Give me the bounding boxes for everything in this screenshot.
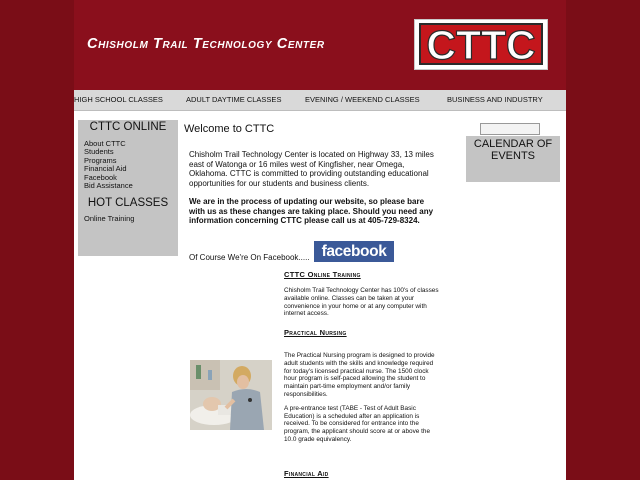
sidebar-link-list: About CTTC Students Programs Financial A… [78,139,178,190]
cttc-logo[interactable]: CTTC [414,19,548,70]
intro-paragraph: Chisholm Trail Technology Center is loca… [189,150,434,188]
facebook-logo[interactable]: facebook [314,241,394,262]
site-title: Chisholm Trail Technology Center [87,36,325,52]
section-practical-nursing: Practical Nursing The Practical Nursing … [284,328,439,444]
nav-high-school-classes[interactable]: High School Classes [74,95,163,104]
section-financial-aid: Financial Aid [284,469,439,478]
main-nav: High School Classes Adult Daytime Classe… [74,90,566,111]
update-notice: We are in the process of updating our we… [189,197,434,226]
main-content: Welcome to CTTC Chisholm Trail Technolog… [184,120,456,478]
section-title[interactable]: Financial Aid [284,469,439,478]
section-title[interactable]: CTTC Online Training [284,270,439,279]
nav-business-and-industry[interactable]: Business and Industry [447,95,543,104]
section-text: Chisholm Trail Technology Center has 100… [284,287,439,318]
calendar-box[interactable]: CALENDAR OF EVENTS [466,136,560,182]
sidebar-online-heading: CTTC ONLINE [89,121,167,133]
hot-classes-list: Online Training [78,215,178,224]
sidebar-item-online-training[interactable]: Online Training [84,215,178,224]
nav-evening-weekend-classes[interactable]: Evening / Weekend Classes [305,95,420,104]
page-container: Chisholm Trail Technology Center CTTC Hi… [74,0,566,480]
nav-adult-daytime-classes[interactable]: Adult Daytime Classes [186,95,281,104]
section-text: The Practical Nursing program is designe… [284,352,435,398]
calendar-label: CALENDAR OF EVENTS [473,138,553,162]
section-title[interactable]: Practical Nursing [284,328,439,337]
nursing-photo [190,360,272,430]
facebook-line: Of Course We're On Facebook..... [189,253,310,262]
sidebar: CTTC ONLINE About CTTC Students Programs… [78,120,178,256]
sidebar-hot-classes-heading: HOT CLASSES [87,197,169,210]
welcome-heading: Welcome to CTTC [184,123,275,135]
section-online-training: CTTC Online Training Chisholm Trail Tech… [284,270,439,318]
section-text: A pre-entrance test (TABE - Test of Adul… [284,404,431,443]
logo-text: CTTC [426,22,535,68]
sidebar-item-bid-assistance[interactable]: Bid Assistance [84,181,178,190]
site-header: Chisholm Trail Technology Center CTTC [74,0,566,90]
calendar-input[interactable] [480,123,540,135]
